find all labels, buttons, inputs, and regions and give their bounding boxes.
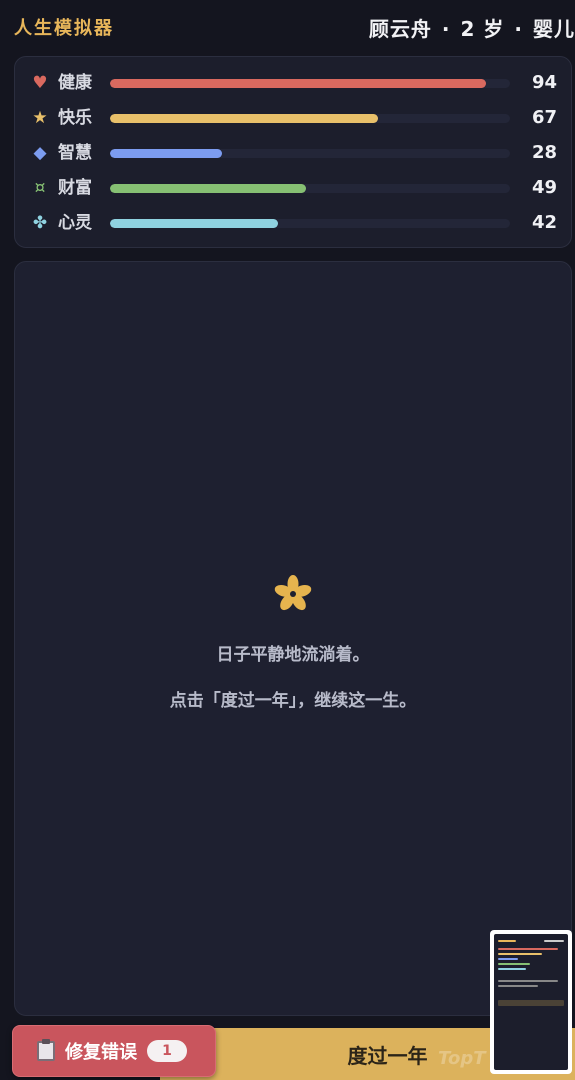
- stat-value: 67: [531, 107, 557, 128]
- thumb-line: [498, 953, 542, 955]
- stat-bar-fill: [110, 79, 486, 88]
- watermark: TopT: [438, 1048, 486, 1069]
- header: 人生模拟器 顾云舟 · 2 岁 · 婴儿: [0, 0, 575, 54]
- stat-bar-fill: [110, 184, 306, 193]
- character-info: 顾云舟 · 2 岁 · 婴儿: [369, 13, 575, 42]
- thumb-line: [498, 958, 518, 960]
- stat-row-spirit: ✤ 心灵 42: [15, 208, 571, 238]
- flower-icon-svg: [274, 575, 312, 611]
- character-stage: 婴儿: [533, 16, 575, 41]
- thumb-line: [498, 980, 558, 982]
- diamond-icon: ◆: [33, 143, 47, 163]
- app-screen: 人生模拟器 顾云舟 · 2 岁 · 婴儿 ♥ 健康 94 ★ 快乐 67 ◆ 智慧 28…: [0, 0, 575, 1080]
- stat-bar-fill: [110, 219, 278, 228]
- star-icon: ★: [32, 108, 48, 128]
- stat-bar-fill: [110, 114, 378, 123]
- fix-errors-label: 修复错误: [65, 1042, 137, 1063]
- stat-label: 健康: [58, 73, 92, 93]
- stat-bar-fill: [110, 149, 222, 158]
- spirit-icon: ✤: [32, 213, 48, 233]
- separator: ·: [514, 16, 523, 41]
- stat-bar-track: [110, 184, 510, 193]
- stat-row-health: ♥ 健康 94: [15, 68, 571, 98]
- stats-panel: ♥ 健康 94 ★ 快乐 67 ◆ 智慧 28 ¤ 财富 49 ✤ 心灵 42: [14, 56, 572, 248]
- screenshot-preview-thumbnail[interactable]: [490, 930, 572, 1074]
- story-panel: 日子平静地流淌着。 点击「度过一年」，继续这一生。: [14, 261, 572, 1016]
- stat-value: 28: [531, 142, 557, 163]
- thumbnail-content: [494, 934, 568, 1070]
- flower-icon: [15, 574, 571, 618]
- character-age: 2 岁: [460, 16, 505, 41]
- stat-bar-track: [110, 149, 510, 158]
- story-text: 日子平静地流淌着。: [216, 645, 370, 665]
- stat-label: 财富: [58, 178, 92, 198]
- app-title: 人生模拟器: [14, 18, 114, 39]
- clipboard-icon: [37, 1039, 55, 1061]
- thumb-line: [498, 985, 538, 987]
- coin-icon: ¤: [34, 178, 46, 198]
- thumb-line: [498, 940, 516, 942]
- stat-value: 49: [531, 177, 557, 198]
- thumb-line: [544, 940, 564, 942]
- separator: ·: [441, 16, 451, 41]
- stat-bar-track: [110, 219, 510, 228]
- stat-row-happiness: ★ 快乐 67: [15, 103, 571, 133]
- stat-value: 94: [531, 72, 557, 93]
- stat-bar-track: [110, 114, 510, 123]
- heart-icon: ♥: [32, 73, 48, 93]
- fix-errors-button[interactable]: 修复错误 1: [12, 1025, 216, 1077]
- thumb-line: [498, 968, 526, 970]
- stat-row-wealth: ¤ 财富 49: [15, 173, 571, 203]
- stat-value: 42: [531, 212, 557, 233]
- character-name: 顾云舟: [368, 16, 432, 41]
- stat-bar-track: [110, 79, 510, 88]
- story-hint: 点击「度过一年」，继续这一生。: [169, 691, 417, 711]
- stat-label: 智慧: [58, 143, 92, 163]
- error-count-badge: 1: [147, 1040, 187, 1062]
- stat-row-wisdom: ◆ 智慧 28: [15, 138, 571, 168]
- thumb-line: [498, 963, 530, 965]
- advance-year-label: 度过一年: [347, 1045, 428, 1068]
- thumb-line: [498, 1000, 564, 1006]
- stat-label: 心灵: [58, 213, 92, 233]
- stat-label: 快乐: [58, 108, 92, 128]
- thumb-line: [498, 948, 558, 950]
